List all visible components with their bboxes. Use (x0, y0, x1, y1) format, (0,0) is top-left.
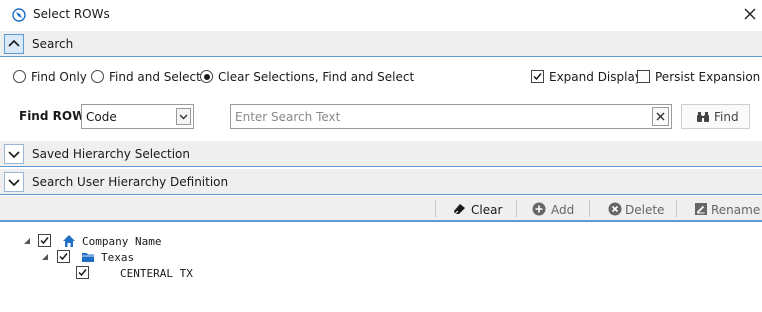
find-field-select[interactable]: Code (81, 104, 194, 129)
find-button[interactable]: Find (681, 104, 750, 129)
tree-node-checkbox[interactable] (76, 266, 89, 279)
tree-node-label[interactable]: CENTERAL TX (120, 267, 193, 280)
find-and-select-label[interactable]: Find and Select (109, 70, 201, 84)
chevron-down-icon (179, 114, 188, 120)
user-hierarchy-title: Search User Hierarchy Definition (32, 175, 229, 189)
toolbar-separator (589, 200, 590, 217)
close-icon (656, 112, 665, 121)
rename-icon (695, 203, 707, 215)
clear-button[interactable]: Clear (440, 196, 520, 222)
dropdown-button[interactable] (176, 108, 191, 125)
chevron-down-icon (8, 179, 20, 187)
clear-find-select-radio[interactable] (200, 70, 213, 83)
clear-find-select-label[interactable]: Clear Selections, Find and Select (218, 70, 414, 84)
chevron-down-icon (8, 151, 20, 159)
binoculars-icon (697, 112, 709, 122)
toolbar-separator (676, 200, 677, 217)
persist-expansion-checkbox[interactable] (637, 70, 650, 83)
hierarchy-toolbar: Clear Add Delete Rename (0, 196, 762, 222)
window-title: Select ROWs (33, 7, 110, 21)
delete-circle-icon (608, 202, 622, 216)
find-button-label: Find (714, 110, 739, 124)
tree-node-checkbox[interactable] (38, 234, 51, 247)
tree-collapse-icon[interactable] (23, 237, 31, 245)
search-input[interactable] (230, 104, 672, 129)
app-globe-icon (12, 8, 26, 22)
find-row-label: Find ROW (19, 109, 86, 123)
search-section-title: Search (32, 37, 74, 51)
title-bar: Select ROWs (0, 0, 762, 30)
add-circle-icon (532, 202, 546, 216)
add-button-label: Add (551, 203, 575, 217)
find-only-label[interactable]: Find Only (31, 70, 87, 84)
persist-expansion-label[interactable]: Persist Expansion (655, 70, 760, 84)
search-section-header[interactable]: Search (0, 31, 762, 57)
rename-button-label: Rename (711, 203, 761, 217)
add-button[interactable]: Add (521, 196, 591, 222)
user-hierarchy-section-header[interactable]: Search User Hierarchy Definition (0, 169, 762, 195)
find-field-value: Code (86, 110, 117, 124)
expand-display-checkbox[interactable] (531, 70, 544, 83)
user-hierarchy-expand-button[interactable] (4, 172, 24, 192)
checkmark-icon (533, 73, 542, 81)
saved-hierarchy-expand-button[interactable] (4, 144, 24, 164)
search-collapse-button[interactable] (4, 34, 24, 54)
toolbar-separator (435, 200, 436, 217)
tree-node-label[interactable]: Texas (101, 251, 134, 264)
find-and-select-radio[interactable] (91, 70, 104, 83)
saved-hierarchy-title: Saved Hierarchy Selection (32, 147, 191, 161)
chevron-up-icon (8, 39, 20, 47)
clear-search-button[interactable] (652, 107, 669, 126)
find-only-radio[interactable] (13, 70, 26, 83)
delete-button[interactable]: Delete (594, 196, 674, 222)
checkmark-icon (78, 269, 87, 277)
home-icon (63, 235, 75, 247)
toolbar-separator (516, 200, 517, 217)
rename-button[interactable]: Rename (681, 196, 761, 222)
checkmark-icon (59, 253, 68, 261)
saved-hierarchy-section-header[interactable]: Saved Hierarchy Selection (0, 141, 762, 167)
tree-node-checkbox[interactable] (57, 250, 70, 263)
close-icon[interactable] (742, 6, 758, 22)
expand-display-label[interactable]: Expand Display (549, 70, 642, 84)
checkmark-icon (40, 237, 49, 245)
tree-collapse-icon[interactable] (41, 253, 49, 261)
clear-button-label: Clear (471, 203, 503, 217)
eraser-icon (454, 204, 465, 215)
tree-node-label[interactable]: Company Name (82, 235, 161, 248)
delete-button-label: Delete (625, 203, 665, 217)
folder-icon (82, 253, 94, 262)
